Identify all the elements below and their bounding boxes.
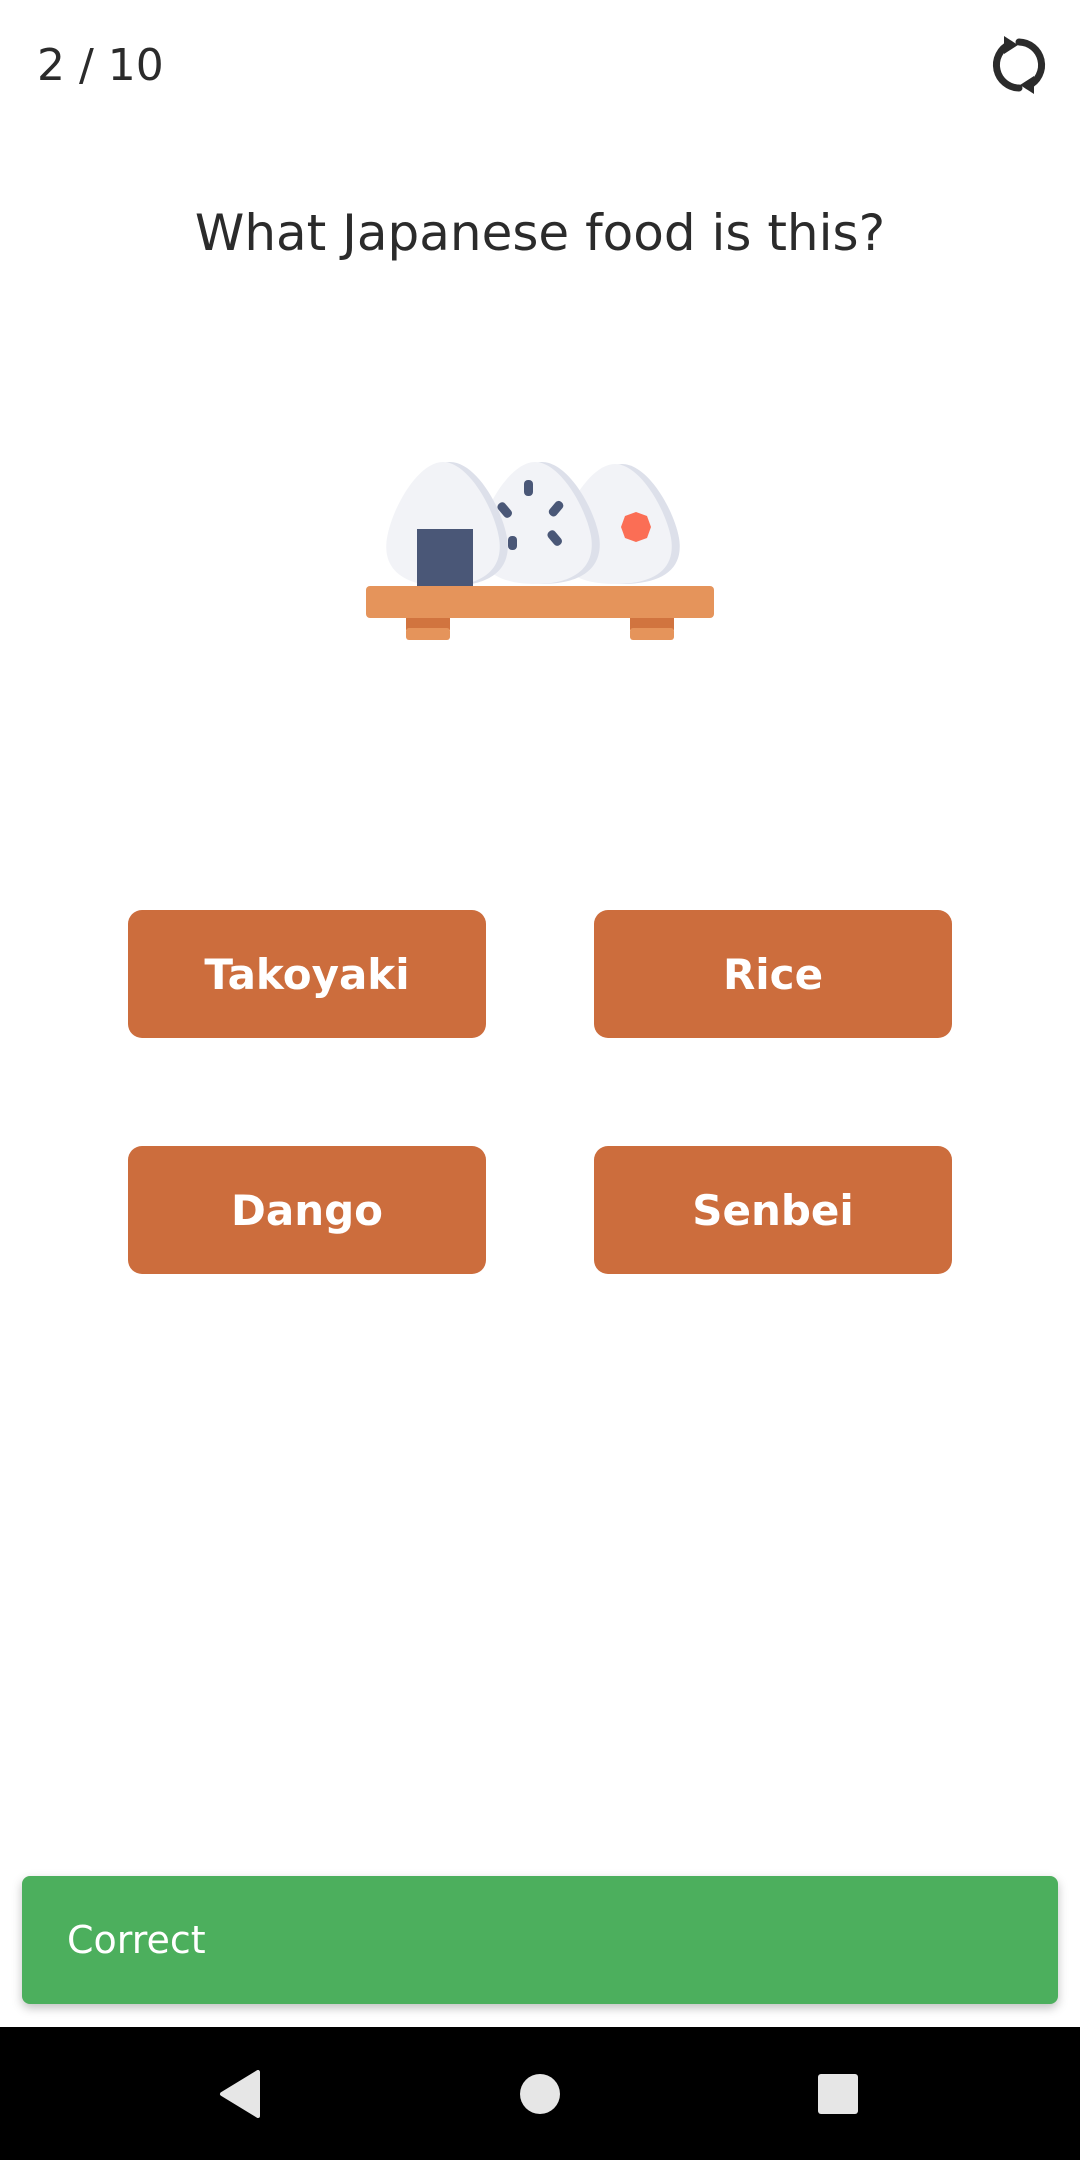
nav-back-button[interactable] — [207, 2061, 273, 2127]
question-text: What Japanese food is this? — [194, 204, 886, 262]
restart-button[interactable] — [984, 30, 1054, 100]
recents-square-icon — [818, 2074, 858, 2114]
quiz-screen: 2 / 10 What Japanese food is this? Takoy… — [0, 0, 1080, 2160]
answer-button-rice[interactable]: Rice — [594, 910, 952, 1038]
answer-button-takoyaki[interactable]: Takoyaki — [128, 910, 486, 1038]
snackbar-message: Correct — [67, 1918, 206, 1962]
nav-recents-button[interactable] — [805, 2061, 871, 2127]
answer-button-senbei[interactable]: Senbei — [594, 1146, 952, 1274]
nav-home-button[interactable] — [507, 2061, 573, 2127]
question-progress: 2 / 10 — [37, 40, 164, 91]
refresh-icon — [992, 36, 1046, 94]
answer-button-dango[interactable]: Dango — [128, 1146, 486, 1274]
home-circle-icon — [520, 2074, 560, 2114]
onigiri-illustration — [366, 462, 714, 640]
back-triangle-icon — [220, 2070, 260, 2118]
result-snackbar: Correct — [22, 1876, 1058, 2004]
system-navigation-bar — [0, 2027, 1080, 2160]
answer-grid: Takoyaki Rice Dango Senbei — [128, 910, 952, 1275]
food-illustration — [360, 450, 720, 650]
